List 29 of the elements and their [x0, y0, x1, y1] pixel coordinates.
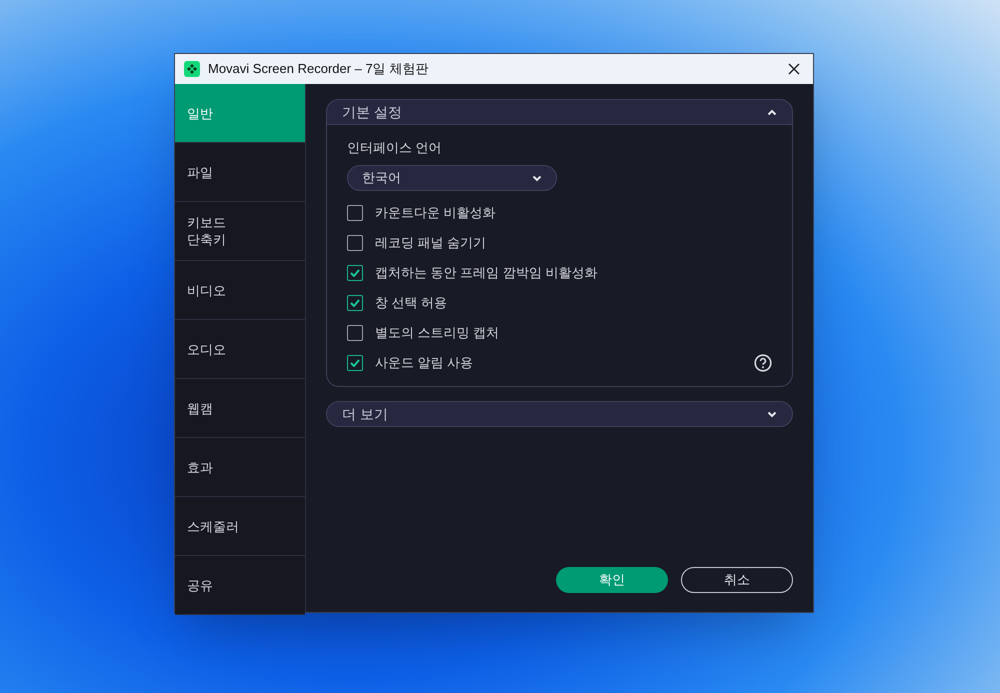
checkmark-icon	[350, 299, 360, 307]
chevron-down-icon	[767, 410, 777, 418]
checkbox[interactable]	[347, 355, 363, 371]
section-header[interactable]: 기본 설정	[326, 99, 793, 125]
chevron-up-icon	[767, 108, 777, 116]
option-label: 별도의 스트리밍 캡처	[375, 324, 500, 342]
chevron-down-icon	[532, 174, 542, 182]
section-header[interactable]: 더 보기	[326, 401, 793, 427]
checkbox[interactable]	[347, 235, 363, 251]
option-label: 사운드 알림 사용	[375, 354, 474, 372]
sidebar-tab[interactable]: 일반	[175, 84, 305, 143]
checkbox[interactable]	[347, 325, 363, 341]
app-logo-icon	[184, 61, 200, 77]
option-label: 레코딩 패널 숨기기	[375, 234, 488, 252]
window-title: Movavi Screen Recorder – 7일 체험판	[208, 60, 430, 78]
language-dropdown[interactable]: 한국어	[347, 165, 557, 191]
help-icon[interactable]	[754, 354, 772, 372]
checkmark-icon	[350, 359, 360, 367]
checkbox[interactable]	[347, 295, 363, 311]
cancel-button[interactable]: 취소	[681, 567, 793, 593]
checkbox[interactable]	[347, 265, 363, 281]
language-label: 인터페이스 언어	[347, 139, 443, 156]
checkmark-icon	[350, 269, 360, 277]
close-icon	[787, 62, 801, 76]
confirm-button[interactable]: 확인	[556, 567, 668, 593]
option-label: 캡처하는 동안 프레임 깜박임 비활성화	[375, 264, 598, 282]
option-label: 카운트다운 비활성화	[375, 204, 497, 222]
option-label: 창 선택 허용	[375, 294, 448, 312]
checkbox[interactable]	[347, 205, 363, 221]
